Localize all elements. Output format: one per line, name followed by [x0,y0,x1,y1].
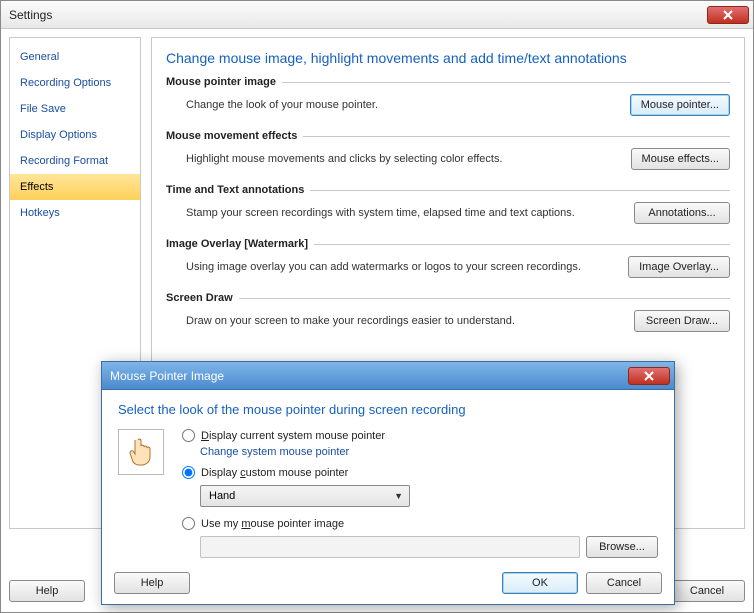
settings-close-button[interactable] [707,6,749,24]
section-heading: Screen Draw [166,292,233,304]
dialog-help-button[interactable]: Help [114,572,190,594]
section-heading: Image Overlay [Watermark] [166,238,308,250]
link-change-system-pointer[interactable]: Change system mouse pointer [182,446,658,458]
section-desc: Using image overlay you can add watermar… [186,261,616,273]
divider [314,244,730,245]
image-overlay-button[interactable]: Image Overlay... [628,256,730,278]
annotations-button[interactable]: Annotations... [634,202,730,224]
radio-custom-pointer[interactable] [182,466,195,479]
cancel-button[interactable]: Cancel [669,580,745,602]
divider [303,136,730,137]
chevron-down-icon: ▼ [394,491,403,501]
section-heading: Mouse pointer image [166,76,276,88]
sidebar-item-effects[interactable]: Effects [10,174,140,200]
section-desc: Stamp your screen recordings with system… [186,207,622,219]
section-heading: Mouse movement effects [166,130,297,142]
divider [310,190,730,191]
dialog-ok-button[interactable]: OK [502,572,578,594]
hand-pointer-icon [128,437,154,467]
sidebar-item-general[interactable]: General [10,44,140,70]
sidebar-item-hotkeys[interactable]: Hotkeys [10,200,140,226]
sidebar-item-file-save[interactable]: File Save [10,96,140,122]
radio-my-pointer[interactable] [182,517,195,530]
dialog-close-button[interactable] [628,367,670,385]
help-button[interactable]: Help [9,580,85,602]
mouse-pointer-button[interactable]: Mouse pointer... [630,94,730,116]
page-title: Change mouse image, highlight movements … [166,50,730,66]
section-screen-draw: Screen Draw Draw on your screen to make … [166,292,730,332]
section-desc: Change the look of your mouse pointer. [186,99,618,111]
sidebar-item-recording-format[interactable]: Recording Format [10,148,140,174]
section-time-text-annotations: Time and Text annotations Stamp your scr… [166,184,730,224]
pointer-image-path-field[interactable] [200,536,580,558]
divider [239,298,730,299]
settings-title: Settings [9,8,52,22]
section-mouse-movement-effects: Mouse movement effects Highlight mouse m… [166,130,730,170]
dialog-heading: Select the look of the mouse pointer dur… [118,402,658,417]
pointer-preview [118,429,164,475]
opt-display-custom-pointer[interactable]: Display custom mouse pointer [182,466,658,479]
settings-titlebar: Settings [1,1,753,29]
close-icon [644,371,654,381]
opt-display-system-pointer[interactable]: Display current system mouse pointer [182,429,658,442]
dialog-titlebar: Mouse Pointer Image [102,362,674,390]
section-mouse-pointer-image: Mouse pointer image Change the look of y… [166,76,730,116]
dialog-title: Mouse Pointer Image [110,369,224,383]
close-icon [723,10,733,20]
dialog-cancel-button[interactable]: Cancel [586,572,662,594]
sidebar-item-recording-options[interactable]: Recording Options [10,70,140,96]
mouse-effects-button[interactable]: Mouse effects... [631,148,730,170]
custom-pointer-combo[interactable]: Hand ▼ [200,485,410,507]
screen-draw-button[interactable]: Screen Draw... [634,310,730,332]
sidebar-item-display-options[interactable]: Display Options [10,122,140,148]
radio-system-pointer[interactable] [182,429,195,442]
combo-value: Hand [209,490,235,502]
opt-use-my-pointer-image[interactable]: Use my mouse pointer image [182,517,658,530]
browse-button[interactable]: Browse... [586,536,658,558]
mouse-pointer-image-dialog: Mouse Pointer Image Select the look of t… [101,361,675,605]
section-desc: Highlight mouse movements and clicks by … [186,153,619,165]
section-desc: Draw on your screen to make your recordi… [186,315,622,327]
section-heading: Time and Text annotations [166,184,304,196]
section-image-overlay: Image Overlay [Watermark] Using image ov… [166,238,730,278]
divider [282,82,730,83]
